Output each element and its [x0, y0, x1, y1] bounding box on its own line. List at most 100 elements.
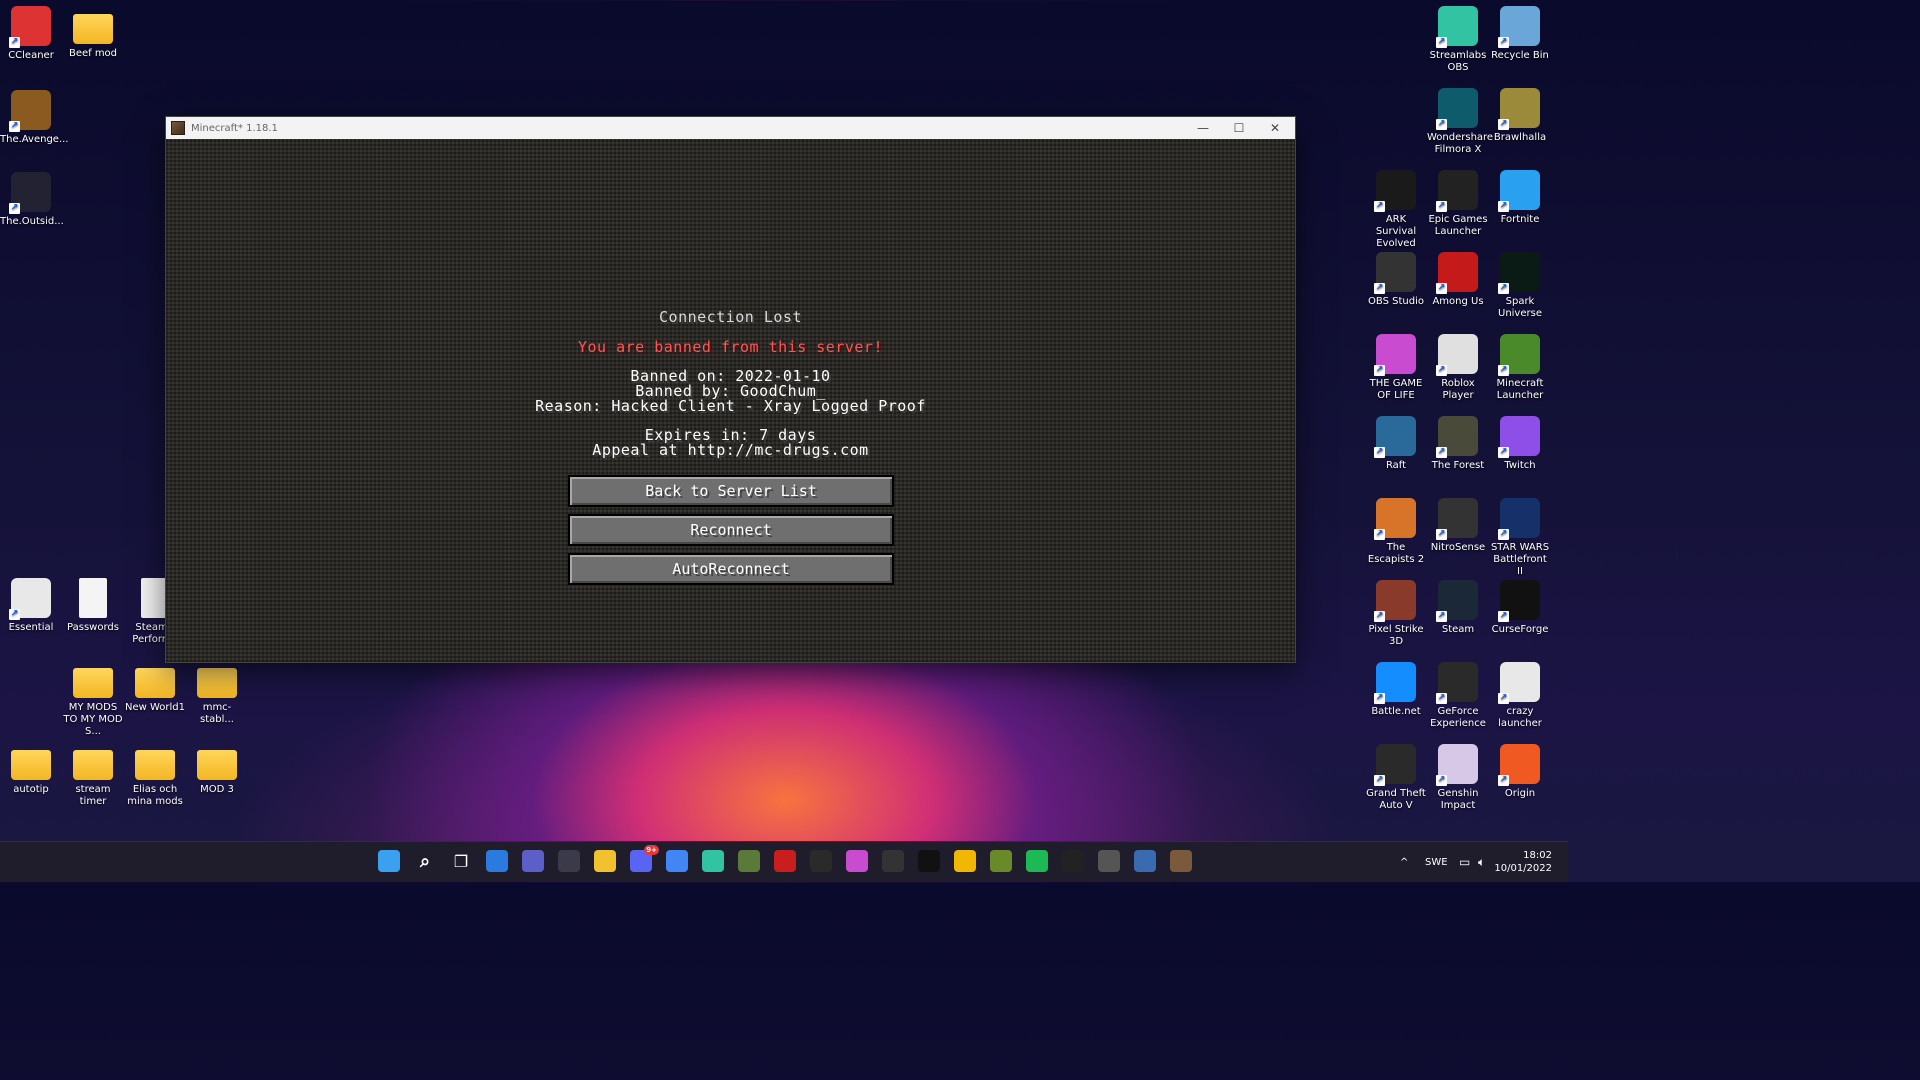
folder-icon — [197, 668, 237, 698]
taskbar-mod-manager-icon[interactable] — [990, 850, 1012, 872]
desktop-icon-ark-survival-evolved[interactable]: ARK Survival Evolved — [1365, 170, 1427, 250]
desktop-icon-mmc-stabl[interactable]: mmc-stabl... — [186, 660, 248, 726]
ccleaner-icon — [9, 6, 51, 48]
desktop-icon-streamlabs-obs[interactable]: Streamlabs OBS — [1427, 6, 1489, 74]
taskbar-filezilla-icon[interactable] — [774, 850, 796, 872]
desktop-icon-essential[interactable]: Essential — [0, 578, 62, 634]
taskbar-search-icon[interactable]: ⌕ — [414, 850, 436, 872]
auto-reconnect-button[interactable]: AutoReconnect — [568, 553, 894, 585]
folder-icon — [73, 14, 113, 44]
desktop-icon-roblox-player[interactable]: Roblox Player — [1427, 334, 1489, 402]
desktop-icon-the-game-of-life[interactable]: THE GAME OF LIFE — [1365, 334, 1427, 402]
desktop-icon-autotip[interactable]: autotip — [0, 742, 62, 796]
taskbar-rockstar-icon[interactable] — [954, 850, 976, 872]
taskbar-file-explorer-icon[interactable] — [594, 850, 616, 872]
taskbar-spark-icon[interactable] — [1026, 850, 1048, 872]
desktop-icon-label: The.Avenge... — [0, 134, 69, 145]
clock-date: 10/01/2022 — [1494, 863, 1552, 874]
desktop-icon-label: MY MODS TO MY MOD S... — [63, 702, 123, 737]
desktop-icon-steam[interactable]: Steam — [1427, 580, 1489, 636]
volume-icon[interactable]: 🔈︎ — [1478, 842, 1485, 882]
desktop-icon-geforce-experience[interactable]: GeForce Experience — [1427, 662, 1489, 730]
desktop-icon-the-forest[interactable]: The Forest — [1427, 416, 1489, 472]
desktop-icon-beef-mod[interactable]: Beef mod — [62, 6, 124, 60]
taskbar-photos-icon[interactable] — [1134, 850, 1156, 872]
language-label: SWE — [1425, 856, 1448, 868]
desktop-icon-star-wars-battlefront-ii[interactable]: STAR WARS Battlefront II — [1489, 498, 1551, 578]
close-icon: ✕ — [1269, 121, 1281, 135]
desktop-icon-the-avenge[interactable]: The.Avenge... — [0, 90, 69, 146]
desktop-icon-stream-timer[interactable]: stream timer — [62, 742, 124, 808]
desktop-icon-nitrosense[interactable]: NitroSense — [1427, 498, 1489, 554]
clock[interactable]: 18:02 10/01/2022 — [1494, 842, 1552, 882]
desktop-icon-ccleaner[interactable]: CCleaner — [0, 6, 62, 62]
folder-icon — [73, 750, 113, 780]
taskbar-app-dark-icon[interactable] — [1062, 850, 1084, 872]
taskbar-widgets-icon[interactable] — [486, 850, 508, 872]
curseforge-icon — [1498, 580, 1540, 622]
desktop-icon-pixel-strike-3d[interactable]: Pixel Strike 3D — [1365, 580, 1427, 648]
desktop-icon-curseforge[interactable]: CurseForge — [1489, 580, 1551, 636]
desktop-icon-wondershare-filmora-x[interactable]: Wondershare Filmora X — [1427, 88, 1493, 156]
taskbar-game-of-life-icon[interactable] — [846, 850, 868, 872]
taskbar-task-view-icon[interactable]: ❐ — [450, 850, 472, 872]
desktop-icon-raft[interactable]: Raft — [1365, 416, 1427, 472]
desktop-icon-label: The Escapists 2 — [1367, 542, 1425, 565]
desktop-icon-brawlhalla[interactable]: Brawlhalla — [1489, 88, 1551, 144]
taskbar-app-gray-icon[interactable] — [1098, 850, 1120, 872]
desktop-icon-battle-net[interactable]: Battle.net — [1365, 662, 1427, 718]
desktop-icon-origin[interactable]: Origin — [1489, 744, 1551, 800]
taskbar-epic-icon[interactable] — [810, 850, 832, 872]
nitrosense-icon — [1436, 498, 1478, 540]
desktop-icon-mod-3[interactable]: MOD 3 — [186, 742, 248, 796]
taskbar-minecraft-icon[interactable] — [738, 850, 760, 872]
desktop-icon-fortnite[interactable]: Fortnite — [1489, 170, 1551, 226]
desktop-icon-twitch[interactable]: Twitch — [1489, 416, 1551, 472]
desktop-icon-spark-universe[interactable]: Spark Universe — [1489, 252, 1551, 320]
desktop-icon-crazy-launcher[interactable]: crazy launcher — [1489, 662, 1551, 730]
language-indicator[interactable]: SWE — [1425, 842, 1448, 882]
tray-overflow-chevron[interactable]: ^ — [1400, 842, 1408, 882]
desktop-icon-label: Minecraft Launcher — [1496, 378, 1544, 401]
genshin-impact-icon — [1436, 744, 1478, 786]
desktop-icon-recycle-bin[interactable]: Recycle Bin — [1489, 6, 1551, 62]
desktop-icon-genshin-impact[interactable]: Genshin Impact — [1427, 744, 1489, 812]
desktop-icon-grand-theft-auto-v[interactable]: Grand Theft Auto V — [1365, 744, 1427, 812]
maximize-button[interactable]: ☐ — [1221, 117, 1257, 139]
wondershare-filmora-x-icon — [1436, 88, 1478, 130]
the-outsid-icon — [9, 172, 51, 214]
desktop-icon-the-outsid[interactable]: The.Outsid... — [0, 172, 64, 228]
desktop-icon-minecraft-launcher[interactable]: Minecraft Launcher — [1489, 334, 1551, 402]
desktop-icon-label: Recycle Bin — [1491, 50, 1549, 61]
desktop-icon-obs-studio[interactable]: OBS Studio — [1365, 252, 1427, 308]
back-to-server-list-button[interactable]: Back to Server List — [568, 475, 894, 507]
desktop-icon-new-world1[interactable]: New World1 — [124, 660, 186, 714]
desktop-icon-the-escapists-2[interactable]: The Escapists 2 — [1365, 498, 1427, 566]
taskbar-streamlabs-icon[interactable] — [702, 850, 724, 872]
desktop-icon-epic-games-launcher[interactable]: Epic Games Launcher — [1427, 170, 1489, 238]
taskbar-windows-start-icon[interactable] — [378, 850, 400, 872]
taskbar-chrome-icon[interactable] — [666, 850, 688, 872]
taskbar-netflix-icon[interactable] — [918, 850, 940, 872]
taskbar-discord-icon[interactable]: 9+ — [630, 845, 659, 872]
window-titlebar[interactable]: Minecraft* 1.18.1 — ☐ ✕ — [166, 117, 1295, 139]
desktop-icon-my-mods-to-my-mod-s[interactable]: MY MODS TO MY MOD S... — [62, 660, 124, 738]
clock-time: 18:02 — [1523, 850, 1552, 861]
taskbar-teams-chat-icon[interactable] — [522, 850, 544, 872]
desktop-icon-passwords[interactable]: Passwords — [62, 578, 124, 634]
epic-games-launcher-icon — [1436, 170, 1478, 212]
taskbar-minecraft-java-icon[interactable] — [1170, 850, 1192, 872]
desktop-icon-label: CurseForge — [1491, 624, 1549, 635]
reconnect-button[interactable]: Reconnect — [568, 514, 894, 546]
folder-icon — [135, 750, 175, 780]
desktop-icon-among-us[interactable]: Among Us — [1427, 252, 1489, 308]
taskbar-store-icon[interactable] — [558, 850, 580, 872]
close-button[interactable]: ✕ — [1257, 117, 1293, 139]
battle-net-icon — [1374, 662, 1416, 704]
folder-icon — [135, 668, 175, 698]
network-icon[interactable]: ▭ — [1459, 842, 1470, 882]
star-wars-battlefront-ii-icon — [1498, 498, 1540, 540]
taskbar-obs-icon[interactable] — [882, 850, 904, 872]
minimize-button[interactable]: — — [1185, 117, 1221, 139]
desktop-icon-elias-och-mina-mods[interactable]: Elias och mina mods — [124, 742, 186, 808]
